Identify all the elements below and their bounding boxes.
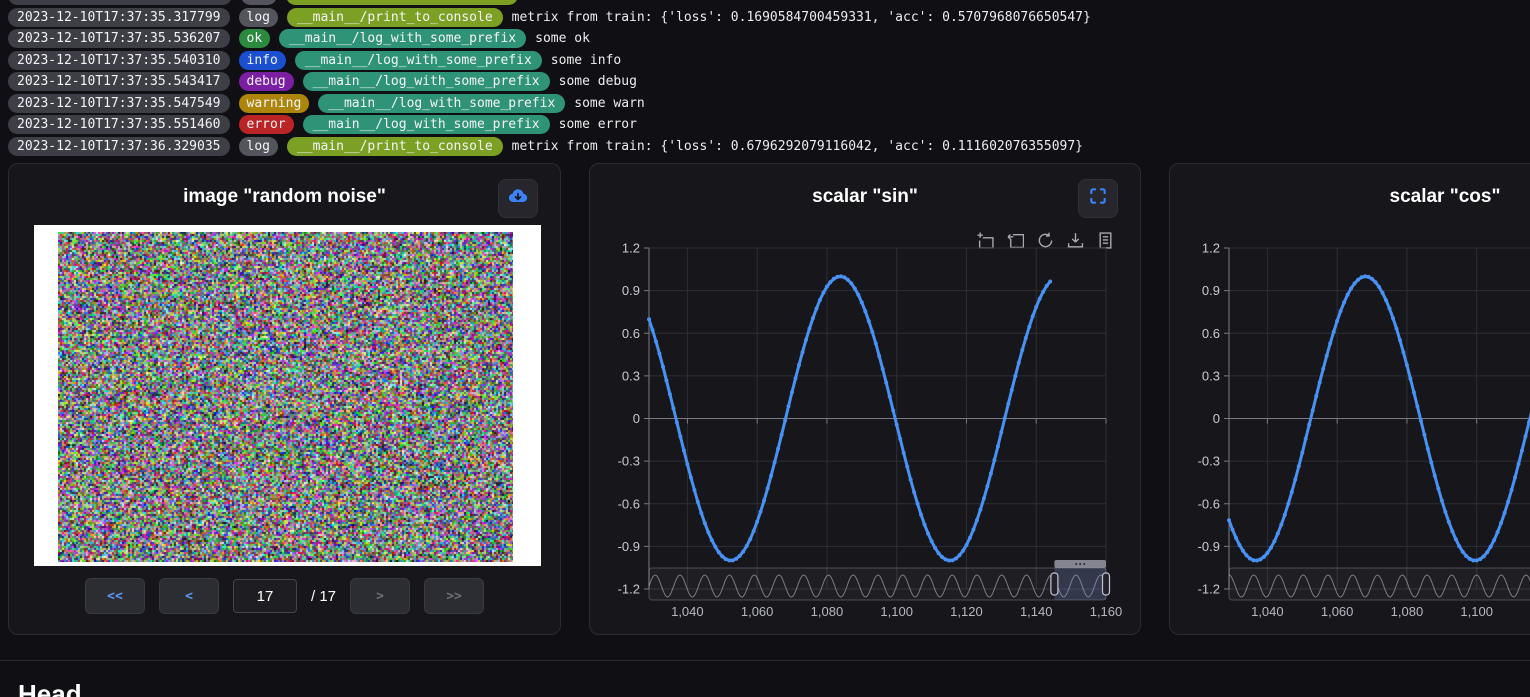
- log-list: 2023-12-10T17:37:35.317799 log __main__/pr…: [8, 0, 1091, 158]
- log-message: some debug: [559, 74, 637, 89]
- image-card-title: image "random noise": [9, 186, 560, 208]
- y-tick-label: -0.6: [618, 496, 640, 511]
- y-tick-label: 1.2: [622, 242, 640, 256]
- x-tick-label: 1,060: [741, 604, 774, 619]
- y-tick-label: 0: [633, 411, 640, 426]
- cards-row: image "random noise" << < / 17 > >> scal…: [8, 163, 1530, 635]
- y-tick-label: 0.9: [1202, 283, 1220, 298]
- datazoom-window[interactable]: [1054, 568, 1106, 600]
- cos-chart: 1.2 0.9 0.6 0.3 0 -0.3 -0.6 -0.9 -1.2 1,040 1,060 1…: [1170, 242, 1530, 634]
- log-message: some ok: [535, 31, 590, 46]
- first-page-button[interactable]: <<: [85, 578, 145, 614]
- y-tick-label: -0.9: [1198, 539, 1220, 554]
- section-divider: [0, 660, 1530, 661]
- timestamp-pill: 2023-12-10T17:37:35.551460: [8, 115, 230, 134]
- image-card: image "random noise" << < / 17 > >>: [8, 163, 561, 635]
- footer-heading: Head: [18, 679, 82, 697]
- source-pill: __main__/log_with_some_prefix: [295, 51, 542, 70]
- y-tick-label: -0.9: [618, 539, 640, 554]
- x-tick-label: 1,040: [1251, 604, 1284, 619]
- level-badge: error: [239, 115, 294, 134]
- source-pill: __main__/log_with_some_prefix: [303, 72, 550, 91]
- page-total-label: / 17: [311, 588, 336, 605]
- y-tick-label: -0.3: [618, 454, 640, 469]
- y-tick-label: 0.6: [622, 326, 640, 341]
- sin-card-title: scalar "sin": [590, 186, 1140, 208]
- level-badge: debug: [239, 72, 294, 91]
- x-tick-label: 1,100: [880, 604, 913, 619]
- y-tick-label: -0.6: [1198, 496, 1220, 511]
- log-message: some warn: [574, 96, 644, 111]
- log-row: 2023-12-10T17:37:35.551460 error __main__/…: [8, 115, 1091, 134]
- timestamp-pill: 2023-12-10T17:37:35.540310: [8, 51, 230, 70]
- log-row: 2023-12-10T17:37:35.540310 info __main__/l…: [8, 51, 1091, 70]
- y-tick-label: 1.2: [1202, 242, 1220, 256]
- log-message: metrix from train: {'loss': 0.6796292079…: [512, 139, 1083, 154]
- y-tick-label: 0.3: [622, 368, 640, 383]
- y-tick-label: -0.3: [1198, 454, 1220, 469]
- y-tick-label: 0.6: [1202, 326, 1220, 341]
- prev-page-button[interactable]: <: [159, 578, 219, 614]
- sin-chart-card: scalar "sin" 1.2 0.9 0.6 0.3 0 -0.3 -0.6 -0.9 -1…: [589, 163, 1141, 635]
- log-message: some error: [559, 117, 637, 132]
- x-tick-label: 1,060: [1321, 604, 1354, 619]
- next-page-button[interactable]: >: [350, 578, 410, 614]
- cos-card-title: scalar "cos": [1170, 186, 1530, 208]
- random-noise-image: [58, 232, 513, 562]
- log-row: 2023-12-10T17:37:35.317799 log __main__/pr…: [8, 8, 1091, 27]
- timestamp-pill: 2023-12-10T17:37:36.329035: [8, 137, 230, 156]
- cos-chart-card: scalar "cos" 1.2 0.9 0.6 0.3 0 -0.3 -0.6 -0.9 -1…: [1169, 163, 1530, 635]
- timestamp-pill: 2023-12-10T17:37:35.543417: [8, 72, 230, 91]
- datazoom-handle[interactable]: [1103, 573, 1110, 595]
- source-pill: __main__/log_with_some_prefix: [303, 115, 550, 134]
- x-tick-label: 1,140: [1020, 604, 1053, 619]
- datazoom-slider[interactable]: [649, 568, 1106, 600]
- level-badge: info: [239, 51, 286, 70]
- timestamp-pill: [8, 0, 232, 5]
- x-tick-label: 1,120: [950, 604, 983, 619]
- timestamp-pill: 2023-12-10T17:37:35.536207: [8, 29, 230, 48]
- x-tick-label: 1,080: [1391, 604, 1424, 619]
- cloud-download-icon: [507, 185, 529, 212]
- log-row-partial: [8, 0, 1091, 5]
- y-tick-label: -1.2: [1198, 582, 1220, 597]
- image-download-button[interactable]: [498, 179, 538, 218]
- x-tick-label: 1,040: [671, 604, 704, 619]
- log-row: 2023-12-10T17:37:36.329035 log __main__/pr…: [8, 137, 1091, 156]
- sin-fullscreen-button[interactable]: [1078, 179, 1118, 218]
- source-pill: __main__/print_to_console: [287, 137, 503, 156]
- y-tick-label: 0: [1213, 411, 1220, 426]
- image-pagination: << < / 17 > >>: [9, 578, 560, 614]
- log-row: 2023-12-10T17:37:35.547549 warning __main_…: [8, 94, 1091, 113]
- y-tick-label: -1.2: [618, 582, 640, 597]
- datazoom-handle[interactable]: [1051, 573, 1058, 595]
- log-row: 2023-12-10T17:37:35.536207 ok __main__/log…: [8, 29, 1091, 48]
- fullscreen-icon: [1088, 186, 1108, 211]
- source-pill: [286, 0, 518, 5]
- sin-chart: 1.2 0.9 0.6 0.3 0 -0.3 -0.6 -0.9 -1.2 1,040 1,060 1…: [590, 242, 1135, 634]
- x-tick-label: 1,160: [1090, 604, 1123, 619]
- page-number-input[interactable]: [233, 579, 297, 613]
- x-tick-label: 1,100: [1460, 604, 1493, 619]
- level-badge: log: [239, 137, 278, 156]
- datazoom-slider[interactable]: [1229, 568, 1530, 600]
- source-pill: __main__/print_to_console: [287, 8, 503, 27]
- y-tick-label: 0.9: [622, 283, 640, 298]
- source-pill: __main__/log_with_some_prefix: [318, 94, 565, 113]
- log-message: some info: [551, 53, 621, 68]
- x-tick-label: 1,080: [811, 604, 844, 619]
- level-badge: log: [239, 8, 278, 27]
- level-badge: warning: [239, 94, 310, 113]
- log-row: 2023-12-10T17:37:35.543417 debug __main__/…: [8, 72, 1091, 91]
- level-badge: [241, 0, 277, 5]
- timestamp-pill: 2023-12-10T17:37:35.317799: [8, 8, 230, 27]
- last-page-button[interactable]: >>: [424, 578, 484, 614]
- timestamp-pill: 2023-12-10T17:37:35.547549: [8, 94, 230, 113]
- noise-figure: [34, 225, 541, 566]
- y-tick-label: 0.3: [1202, 368, 1220, 383]
- level-badge: ok: [239, 29, 271, 48]
- source-pill: __main__/log_with_some_prefix: [279, 29, 526, 48]
- log-message: metrix from train: {'loss': 0.1690584700…: [512, 10, 1091, 25]
